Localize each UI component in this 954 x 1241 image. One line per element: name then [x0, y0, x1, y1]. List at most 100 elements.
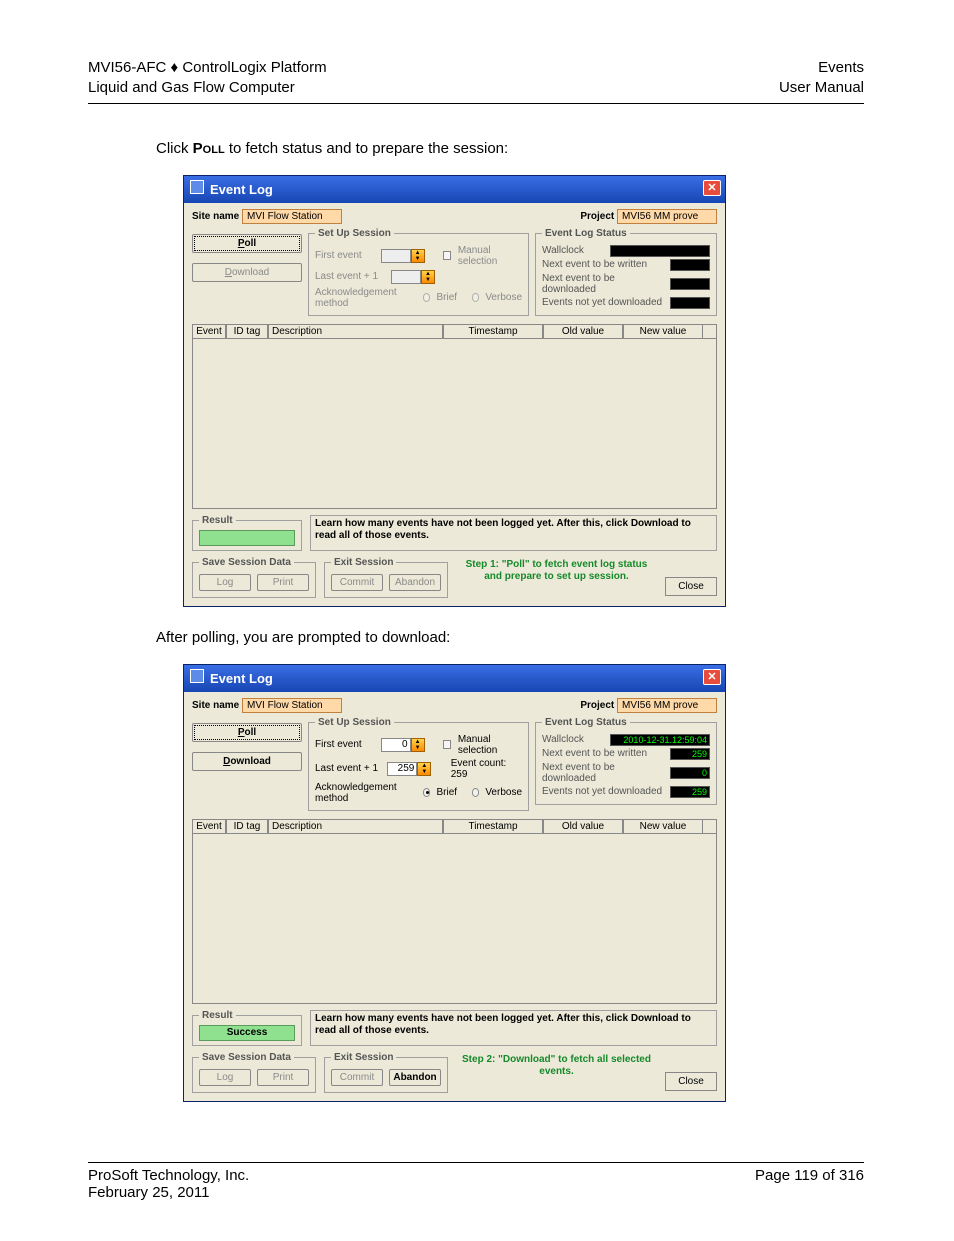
col-new-value[interactable]: New value [623, 324, 703, 339]
header-left-2: Liquid and Gas Flow Computer [88, 78, 295, 98]
next-write-label: Next event to be written [542, 748, 647, 759]
wallclock-value [610, 245, 710, 257]
footer-date: February 25, 2011 [88, 1184, 249, 1201]
col-old-value[interactable]: Old value [543, 819, 623, 834]
scrollbar-header [703, 324, 717, 339]
app-icon [190, 180, 204, 194]
close-button[interactable]: Close [665, 577, 717, 596]
manual-selection-checkbox [443, 251, 451, 260]
poll-button[interactable]: Poll [192, 723, 302, 742]
save-session-legend: Save Session Data [199, 1052, 294, 1063]
next-dl-label: Next event to be downloaded [542, 762, 670, 784]
abandon-button[interactable]: Abandon [389, 574, 441, 591]
footer-company: ProSoft Technology, Inc. [88, 1167, 249, 1184]
event-log-status-group: Event Log Status Wallclock Next event to… [535, 228, 717, 316]
brief-radio[interactable] [423, 788, 431, 797]
col-id[interactable]: ID tag [226, 324, 268, 339]
intro-text-2: After polling, you are prompted to downl… [156, 629, 864, 646]
verbose-label: Verbose [485, 292, 522, 303]
col-timestamp[interactable]: Timestamp [443, 819, 543, 834]
ack-method-label: Acknowledgement method [315, 782, 411, 804]
manual-selection-label: Manual selection [458, 734, 522, 756]
result-value: Success [199, 1025, 295, 1041]
result-legend: Result [199, 515, 236, 526]
col-event[interactable]: Event [192, 324, 226, 339]
abandon-button[interactable]: Abandon [389, 1069, 441, 1086]
first-event-spinner[interactable]: ▲▼ [381, 249, 425, 263]
close-button[interactable]: Close [665, 1072, 717, 1091]
setup-session-group: Set Up Session First event 0 ▲▼ Manual s… [308, 717, 529, 811]
event-log-window-2: Event Log ✕ Site name MVI Flow Station P… [183, 664, 726, 1102]
header-right-2: User Manual [779, 78, 864, 98]
scrollbar-header [703, 819, 717, 834]
event-table-header: Event ID tag Description Timestamp Old v… [192, 819, 717, 834]
log-button[interactable]: Log [199, 574, 251, 591]
site-name-label: Site name [192, 211, 239, 222]
first-event-spinner[interactable]: 0 ▲▼ [381, 738, 425, 752]
not-yet-value: 259 [670, 786, 710, 798]
print-button[interactable]: Print [257, 574, 309, 591]
last-event-spinner[interactable]: ▲▼ [391, 270, 435, 284]
step-instruction: Step 1: "Poll" to fetch event log status… [456, 557, 657, 598]
event-table-body[interactable] [192, 339, 717, 509]
page-header: MVI56-AFC ♦ ControlLogix Platform Events… [88, 58, 864, 104]
window-title: Event Log [210, 182, 273, 197]
close-icon[interactable]: ✕ [703, 669, 721, 685]
brief-label: Brief [436, 787, 457, 798]
spinner-icon[interactable]: ▲▼ [421, 270, 435, 284]
spinner-icon[interactable]: ▲▼ [417, 762, 431, 776]
col-event[interactable]: Event [192, 819, 226, 834]
next-write-value [670, 259, 710, 271]
status-legend: Event Log Status [542, 717, 630, 728]
brief-radio [423, 293, 431, 302]
last-event-value[interactable] [391, 270, 421, 284]
first-event-value[interactable] [381, 249, 411, 263]
next-dl-value [670, 278, 710, 290]
download-button[interactable]: Download [192, 263, 302, 282]
last-event-value[interactable]: 259 [387, 762, 417, 776]
first-event-value[interactable]: 0 [381, 738, 411, 752]
col-description[interactable]: Description [268, 819, 443, 834]
event-table-header: Event ID tag Description Timestamp Old v… [192, 324, 717, 339]
result-group: Result [192, 515, 302, 551]
print-button[interactable]: Print [257, 1069, 309, 1086]
result-group: Result Success [192, 1010, 302, 1046]
col-timestamp[interactable]: Timestamp [443, 324, 543, 339]
save-session-group: Save Session Data Log Print [192, 1052, 316, 1093]
manual-selection-checkbox[interactable] [443, 740, 451, 749]
col-id[interactable]: ID tag [226, 819, 268, 834]
footer-page: Page 119 of 316 [755, 1167, 864, 1201]
header-left-1: MVI56-AFC ♦ ControlLogix Platform [88, 58, 327, 78]
spinner-icon[interactable]: ▲▼ [411, 249, 425, 263]
col-description[interactable]: Description [268, 324, 443, 339]
download-button[interactable]: Download [192, 752, 302, 771]
verbose-radio [472, 293, 480, 302]
next-dl-label: Next event to be downloaded [542, 273, 670, 295]
event-count-label: Event count: 259 [451, 758, 522, 780]
result-value [199, 530, 295, 546]
next-dl-value: 0 [670, 767, 710, 779]
project-label: Project [580, 700, 614, 711]
poll-button[interactable]: Poll [192, 234, 302, 253]
event-table-body[interactable] [192, 834, 717, 1004]
project-value: MVI56 MM prove [617, 209, 717, 224]
header-right-1: Events [818, 58, 864, 78]
intro-text-1: Click Poll to fetch status and to prepar… [156, 140, 864, 157]
event-log-status-group: Event Log Status Wallclock2010-12-31.12:… [535, 717, 717, 805]
setup-legend: Set Up Session [315, 228, 394, 239]
verbose-label: Verbose [485, 787, 522, 798]
log-button[interactable]: Log [199, 1069, 251, 1086]
close-icon[interactable]: ✕ [703, 180, 721, 196]
verbose-radio[interactable] [472, 788, 480, 797]
last-event-spinner[interactable]: 259 ▲▼ [387, 762, 431, 776]
not-yet-label: Events not yet downloaded [542, 297, 662, 308]
commit-button[interactable]: Commit [331, 1069, 383, 1086]
next-write-value: 259 [670, 748, 710, 760]
site-name-label: Site name [192, 700, 239, 711]
col-new-value[interactable]: New value [623, 819, 703, 834]
col-old-value[interactable]: Old value [543, 324, 623, 339]
spinner-icon[interactable]: ▲▼ [411, 738, 425, 752]
site-name-value: MVI Flow Station [242, 698, 342, 713]
save-session-group: Save Session Data Log Print [192, 557, 316, 598]
commit-button[interactable]: Commit [331, 574, 383, 591]
